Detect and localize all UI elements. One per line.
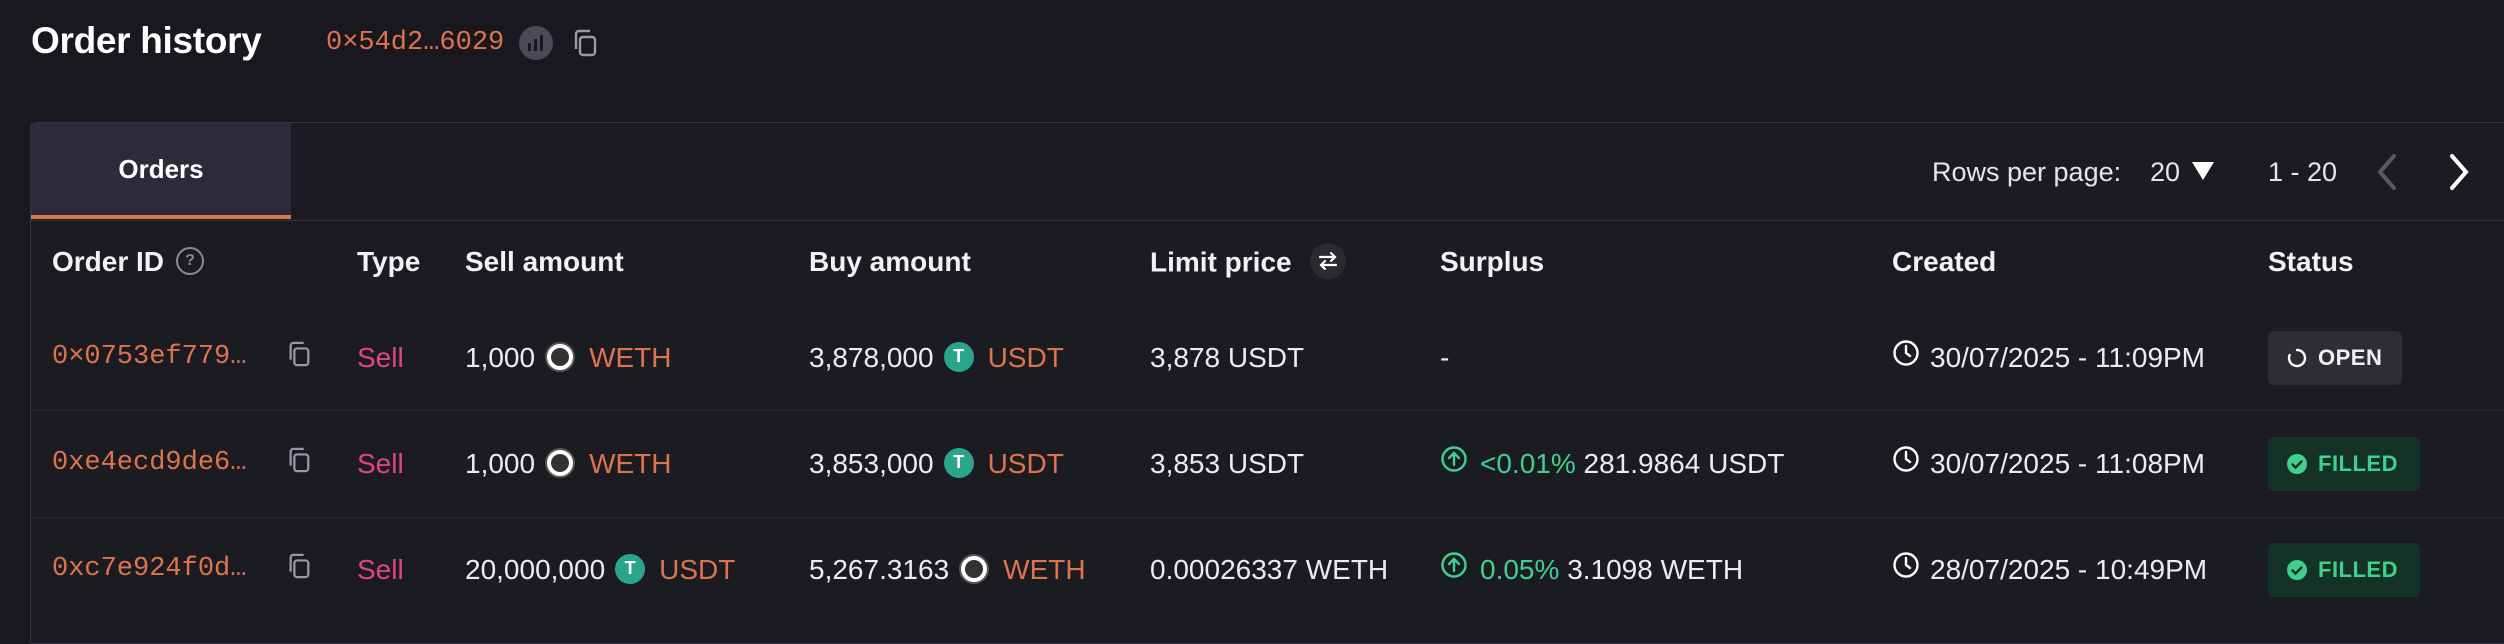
swap-icon[interactable]	[1309, 243, 1346, 279]
column-header-limit-price: Limit price	[1150, 243, 1346, 282]
usdt-token-icon: T	[615, 553, 646, 584]
column-header-type: Type	[357, 246, 421, 277]
check-circle-icon	[2286, 559, 2308, 581]
sell-amount: 1,000 WETH	[465, 447, 672, 481]
chevron-right-icon[interactable]	[2444, 152, 2472, 197]
status-badge: FILLED	[2268, 437, 2420, 491]
buy-amount-value: 3,878,000	[809, 342, 934, 373]
buy-amount: 5,267.3163 WETH	[809, 553, 1086, 587]
sell-amount: 1,000 WETH	[465, 341, 672, 375]
copy-icon[interactable]	[286, 446, 312, 479]
created-date: 30/07/2025 - 11:09PM	[1892, 339, 2206, 377]
usdt-token-icon: T	[943, 447, 974, 478]
status-badge: FILLED	[2268, 543, 2420, 597]
row-divider	[31, 410, 2504, 411]
weth-token-icon	[959, 553, 990, 584]
surplus-value: -	[1440, 342, 1450, 373]
divider	[31, 220, 2504, 221]
column-header-status: Status	[2268, 246, 2354, 277]
buy-amount-value: 5,267.3163	[809, 554, 950, 585]
arrow-up-circle-icon	[1440, 551, 1468, 586]
column-header-label: Limit price	[1150, 246, 1292, 278]
arrow-up-circle-icon	[1440, 445, 1468, 480]
check-circle-icon	[2286, 453, 2308, 475]
order-id-link[interactable]: 0xe4ecd9de6…	[52, 448, 246, 478]
column-header-sell-amount: Sell amount	[465, 246, 624, 277]
column-header-label: Order ID	[52, 246, 165, 277]
clock-icon	[1892, 445, 1920, 480]
row-divider	[31, 517, 2504, 518]
sell-token-link[interactable]: WETH	[589, 448, 671, 479]
surplus-value: 281.9864 USDT	[1583, 448, 1785, 479]
column-header-buy-amount: Buy amount	[809, 246, 971, 277]
status-badge: OPEN	[2268, 331, 2402, 385]
column-header-created: Created	[1892, 246, 1997, 277]
sell-amount-value: 1,000	[465, 342, 536, 373]
buy-token-link[interactable]: WETH	[1003, 554, 1085, 585]
clock-icon	[1892, 339, 1920, 374]
created-date-text: 30/07/2025 - 11:08PM	[1930, 448, 2206, 479]
order-id-link[interactable]: 0×0753ef779…	[52, 342, 246, 372]
order-type: Sell	[357, 342, 404, 373]
status-text: FILLED	[2318, 557, 2398, 582]
help-icon[interactable]: ?	[176, 246, 205, 275]
dropdown-arrow-icon[interactable]	[2192, 162, 2214, 180]
limit-price: 0.00026337 WETH	[1150, 554, 1389, 585]
limit-price: 3,853 USDT	[1150, 448, 1305, 479]
buy-amount-value: 3,853,000	[809, 448, 934, 479]
created-date-text: 28/07/2025 - 10:49PM	[1930, 554, 2208, 585]
created-date: 30/07/2025 - 11:08PM	[1892, 445, 2206, 483]
surplus-percent: <0.01%	[1480, 448, 1576, 479]
copy-icon[interactable]	[571, 28, 599, 63]
loading-icon	[2286, 347, 2308, 369]
sell-amount-value: 1,000	[465, 448, 536, 479]
page-range: 1 - 20	[2268, 157, 2338, 187]
created-date-text: 30/07/2025 - 11:09PM	[1930, 342, 2206, 373]
sell-token-link[interactable]: WETH	[589, 342, 671, 373]
buy-amount: 3,878,000 T USDT	[809, 341, 1064, 375]
buy-token-link[interactable]: USDT	[988, 448, 1064, 479]
limit-price: 3,878 USDT	[1150, 342, 1305, 373]
weth-token-icon	[545, 447, 576, 478]
status-text: FILLED	[2318, 451, 2398, 476]
sell-token-link[interactable]: USDT	[659, 554, 735, 585]
copy-icon[interactable]	[286, 552, 312, 585]
status-text: OPEN	[2318, 345, 2383, 370]
sell-amount: 20,000,000 T USDT	[465, 553, 735, 587]
rows-per-page-label: Rows per page:	[1932, 157, 2122, 187]
order-type: Sell	[357, 554, 404, 585]
buy-amount: 3,853,000 T USDT	[809, 447, 1064, 481]
order-type: Sell	[357, 448, 404, 479]
surplus: -	[1440, 342, 1449, 374]
surplus: 0.05% 3.1098 WETH	[1440, 551, 1744, 589]
buy-token-link[interactable]: USDT	[988, 342, 1064, 373]
surplus: <0.01% 281.9864 USDT	[1440, 445, 1785, 483]
tab-orders[interactable]: Orders	[31, 123, 291, 219]
order-id-link[interactable]: 0xc7e924f0d…	[52, 554, 246, 584]
copy-icon[interactable]	[286, 340, 312, 373]
usdt-token-icon: T	[943, 341, 974, 372]
surplus-value: 3.1098 WETH	[1567, 554, 1744, 585]
weth-token-icon	[545, 341, 576, 372]
rows-per-page-select[interactable]: 20	[2150, 157, 2180, 188]
sell-amount-value: 20,000,000	[465, 554, 606, 585]
explorer-icon[interactable]	[519, 26, 553, 60]
column-header-order-id: Order ID?	[52, 246, 205, 278]
column-header-surplus: Surplus	[1440, 246, 1545, 277]
wallet-address-link[interactable]: 0×54d2…6029	[326, 28, 504, 58]
created-date: 28/07/2025 - 10:49PM	[1892, 551, 2208, 589]
clock-icon	[1892, 551, 1920, 586]
surplus-percent: 0.05%	[1480, 554, 1560, 585]
page-title: Order history	[31, 20, 262, 61]
chevron-left-icon[interactable]	[2374, 152, 2402, 197]
